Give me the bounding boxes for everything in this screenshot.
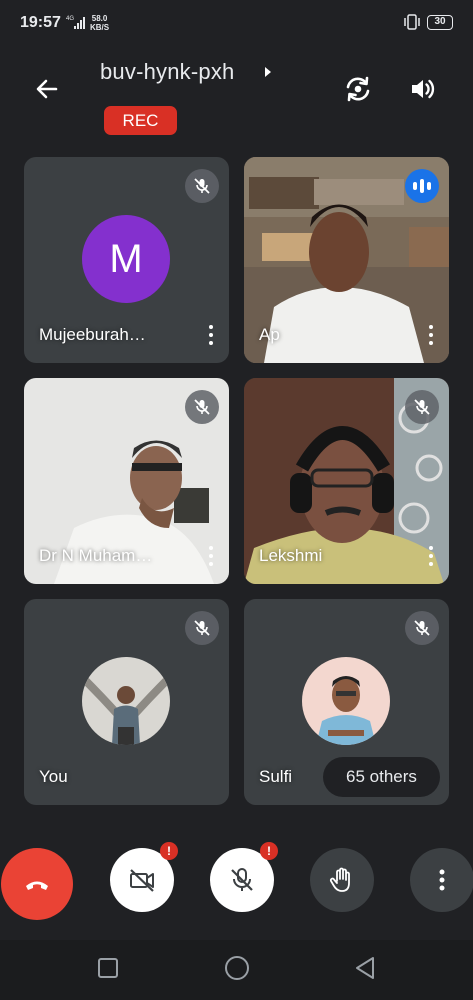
speed-value: 58.0	[91, 14, 108, 23]
speed-unit: KB/S	[90, 23, 110, 32]
avatar	[82, 657, 170, 745]
network-type: 4G	[66, 16, 74, 22]
participant-name: Sulfi	[259, 767, 293, 786]
speaking-indicator-icon	[405, 169, 439, 203]
battery-icon: 30	[427, 14, 453, 30]
speaker-icon	[412, 79, 435, 99]
more-options-button[interactable]	[410, 848, 473, 912]
status-time: 19:57	[20, 14, 61, 31]
more-vert-icon[interactable]	[423, 321, 439, 349]
participant-name: You	[39, 767, 68, 786]
camera-alert-badge: !	[160, 842, 178, 860]
participant-tile[interactable]: Sulfi 65 others	[244, 599, 449, 805]
speaker-button[interactable]	[402, 70, 442, 108]
mic-off-icon	[231, 868, 253, 891]
camera-toggle-button[interactable]: !	[110, 842, 178, 912]
others-count-chip[interactable]: 65 others	[323, 757, 440, 797]
participant-name: Lekshmi	[259, 546, 323, 565]
recording-badge: REC	[104, 106, 177, 135]
back-button[interactable]	[30, 72, 64, 106]
more-vert-icon[interactable]	[203, 542, 219, 570]
participant-tile[interactable]: Dr N Muham…	[24, 378, 229, 584]
switch-camera-button[interactable]	[338, 70, 378, 108]
avatar: M	[82, 215, 170, 303]
caret-right-icon[interactable]	[262, 63, 274, 81]
mic-toggle-button[interactable]: !	[210, 842, 278, 912]
mic-off-icon	[405, 390, 439, 424]
participant-tile[interactable]: Lekshmi	[244, 378, 449, 584]
avatar	[302, 657, 390, 745]
participant-name: Mujeeburah…	[39, 325, 146, 344]
signal-icon: 4G	[66, 13, 86, 31]
mic-off-icon	[185, 169, 219, 203]
mic-off-icon	[405, 611, 439, 645]
participant-tile[interactable]: Ap	[244, 157, 449, 363]
participant-name: Ap	[259, 325, 280, 344]
status-right: 30	[403, 14, 453, 30]
back-arrow-icon	[36, 79, 58, 99]
mic-alert-badge: !	[260, 842, 278, 860]
mic-off-icon	[185, 390, 219, 424]
recent-apps-icon[interactable]	[98, 958, 118, 978]
more-vert-icon	[439, 869, 445, 891]
nav-back-icon[interactable]	[353, 955, 377, 981]
hand-icon	[329, 867, 350, 892]
vibrate-icon	[404, 14, 420, 30]
participant-tile-self[interactable]: You	[24, 599, 229, 805]
camera-off-icon	[130, 869, 154, 892]
raise-hand-button[interactable]	[310, 848, 374, 912]
system-nav-bar	[0, 940, 473, 1000]
network-speed: 58.0 KB/S	[90, 14, 109, 32]
more-vert-icon[interactable]	[423, 542, 439, 570]
more-vert-icon[interactable]	[203, 321, 219, 349]
mic-off-icon	[185, 611, 219, 645]
participant-tile[interactable]: M Mujeeburah…	[24, 157, 229, 363]
switch-camera-icon	[346, 76, 370, 102]
meeting-code[interactable]: buv-hynk-pxh	[100, 59, 234, 85]
status-bar: 19:57 4G 58.0 KB/S 30	[0, 0, 473, 44]
call-end-icon	[26, 881, 48, 890]
home-icon[interactable]	[225, 956, 249, 980]
end-call-button[interactable]	[1, 848, 73, 920]
participant-name: Dr N Muham…	[39, 546, 153, 565]
